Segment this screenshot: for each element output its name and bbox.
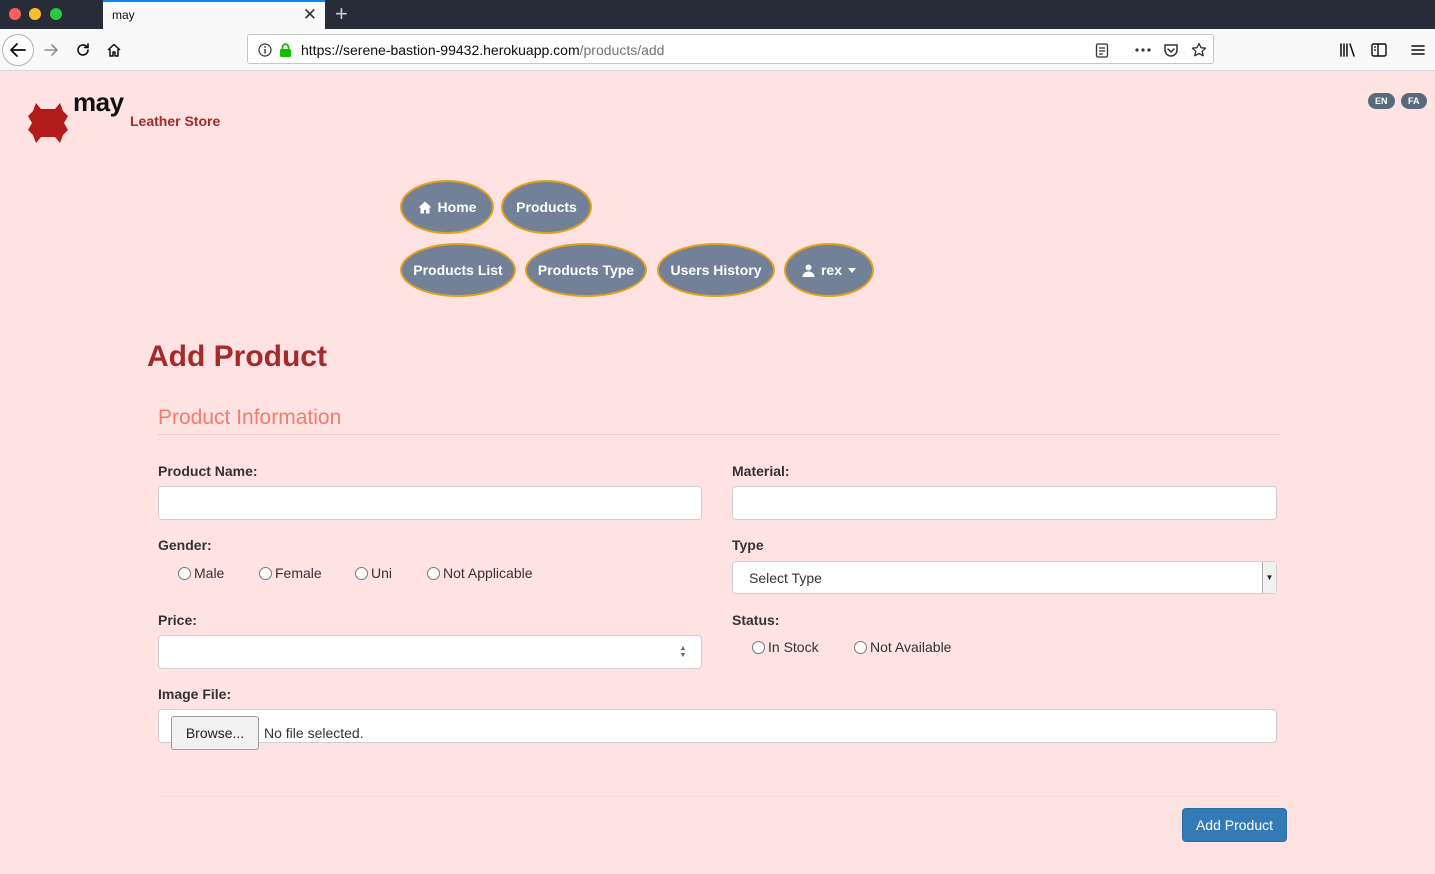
radio-circle[interactable] xyxy=(259,566,272,580)
arrow-right-icon xyxy=(44,44,58,56)
nav-users-history-label: Users History xyxy=(670,262,762,278)
gender-uni-radio[interactable]: Uni xyxy=(355,565,392,581)
material-label: Material: xyxy=(732,463,790,479)
radio-circle[interactable] xyxy=(355,566,368,580)
language-en-button[interactable]: EN xyxy=(1368,93,1395,109)
brand-name[interactable]: may xyxy=(73,87,124,118)
home-icon xyxy=(418,201,432,213)
url-text[interactable]: https://serene-bastion-99432.herokuapp.c… xyxy=(301,42,664,58)
address-bar[interactable]: https://serene-bastion-99432.herokuapp.c… xyxy=(247,34,1214,64)
section-divider xyxy=(158,434,1280,435)
form-divider xyxy=(158,796,1280,797)
nav-products-list-label: Products List xyxy=(413,262,503,278)
type-select[interactable]: Select Type ▼ xyxy=(732,561,1277,594)
new-tab-button[interactable]: + xyxy=(335,0,348,27)
radio-circle[interactable] xyxy=(427,566,440,580)
radio-circle[interactable] xyxy=(854,640,867,654)
gender-option-label: Uni xyxy=(371,565,393,581)
status-in-stock-radio[interactable]: In Stock xyxy=(752,639,819,655)
bookmark-star-icon[interactable] xyxy=(1190,41,1208,59)
minimize-window-button[interactable] xyxy=(29,8,41,20)
reader-view-icon[interactable] xyxy=(1093,41,1111,59)
browser-toolbar: https://serene-bastion-99432.herokuapp.c… xyxy=(0,29,1435,71)
language-fa-button[interactable]: FA xyxy=(1401,93,1427,109)
caret-down-icon xyxy=(848,267,857,273)
browser-tab-bar: may ✕ + xyxy=(0,0,1435,29)
back-button[interactable] xyxy=(2,34,34,66)
house-icon xyxy=(107,43,121,57)
tab-title: may xyxy=(112,8,135,22)
close-window-button[interactable] xyxy=(9,8,21,20)
leather-hide-icon[interactable] xyxy=(27,103,69,143)
page-title: Add Product xyxy=(147,340,327,373)
url-path: /products/add xyxy=(579,42,665,58)
info-icon[interactable] xyxy=(256,41,274,59)
gender-male-radio[interactable]: Male xyxy=(178,565,224,581)
tab-close-icon[interactable]: ✕ xyxy=(303,5,317,25)
browser-tab[interactable]: may ✕ xyxy=(103,0,325,29)
nav-products-button[interactable]: Products xyxy=(501,180,592,234)
more-actions-icon[interactable] xyxy=(1134,41,1152,59)
type-select-value: Select Type xyxy=(749,570,822,586)
url-host: https://serene-bastion-99432.herokuapp.c… xyxy=(301,42,580,58)
sidebar-icon xyxy=(1371,43,1387,57)
product-name-label: Product Name: xyxy=(158,463,258,479)
radio-circle[interactable] xyxy=(752,640,765,654)
sidebar-button[interactable] xyxy=(1364,35,1394,65)
price-input[interactable] xyxy=(158,635,702,669)
material-input[interactable] xyxy=(732,486,1277,520)
file-status-text: No file selected. xyxy=(264,725,364,741)
section-title: Product Information xyxy=(158,406,342,429)
radio-circle[interactable] xyxy=(178,566,191,580)
library-button[interactable] xyxy=(1333,35,1363,65)
number-spinner-icon[interactable]: ▲ ▼ xyxy=(678,645,688,659)
nav-users-history-button[interactable]: Users History xyxy=(657,243,775,297)
status-option-label: In Stock xyxy=(768,639,819,655)
gender-not-applicable-radio[interactable]: Not Applicable xyxy=(427,565,533,581)
pocket-icon[interactable] xyxy=(1162,41,1180,59)
nav-home-label: Home xyxy=(437,199,477,215)
user-name: rex xyxy=(820,262,843,278)
reload-button[interactable] xyxy=(68,35,98,65)
reload-icon xyxy=(77,43,89,56)
lock-icon[interactable] xyxy=(276,41,294,59)
nav-products-label: Products xyxy=(516,199,577,215)
browse-button[interactable]: Browse... xyxy=(171,716,259,750)
product-name-input[interactable] xyxy=(158,486,702,520)
gender-female-radio[interactable]: Female xyxy=(259,565,322,581)
status-option-label: Not Available xyxy=(870,639,952,655)
select-arrow-icon[interactable]: ▼ xyxy=(1262,562,1276,593)
brand-tagline: Leather Store xyxy=(130,113,221,129)
nav-products-type-label: Products Type xyxy=(537,262,635,278)
type-label: Type xyxy=(732,537,764,553)
gender-option-label: Male xyxy=(194,565,225,581)
library-icon xyxy=(1340,43,1355,57)
nav-products-list-button[interactable]: Products List xyxy=(400,243,516,297)
user-icon xyxy=(802,264,815,277)
forward-button[interactable] xyxy=(36,35,66,65)
status-not-available-radio[interactable]: Not Available xyxy=(854,639,951,655)
gender-label: Gender: xyxy=(158,537,212,553)
status-label: Status: xyxy=(732,612,780,628)
maximize-window-button[interactable] xyxy=(50,8,62,20)
add-product-button[interactable]: Add Product xyxy=(1182,808,1287,842)
nav-home-button[interactable]: Home xyxy=(400,180,494,234)
price-label: Price: xyxy=(158,612,197,628)
hamburger-icon xyxy=(1411,45,1425,55)
gender-option-label: Female xyxy=(275,565,322,581)
nav-products-type-button[interactable]: Products Type xyxy=(525,243,647,297)
home-browser-button[interactable] xyxy=(99,35,129,65)
arrow-left-icon xyxy=(10,43,26,57)
image-file-label: Image File: xyxy=(158,686,232,702)
menu-button[interactable] xyxy=(1403,35,1433,65)
user-menu-dropdown[interactable]: rex xyxy=(784,243,874,297)
gender-option-label: Not Applicable xyxy=(443,565,533,581)
